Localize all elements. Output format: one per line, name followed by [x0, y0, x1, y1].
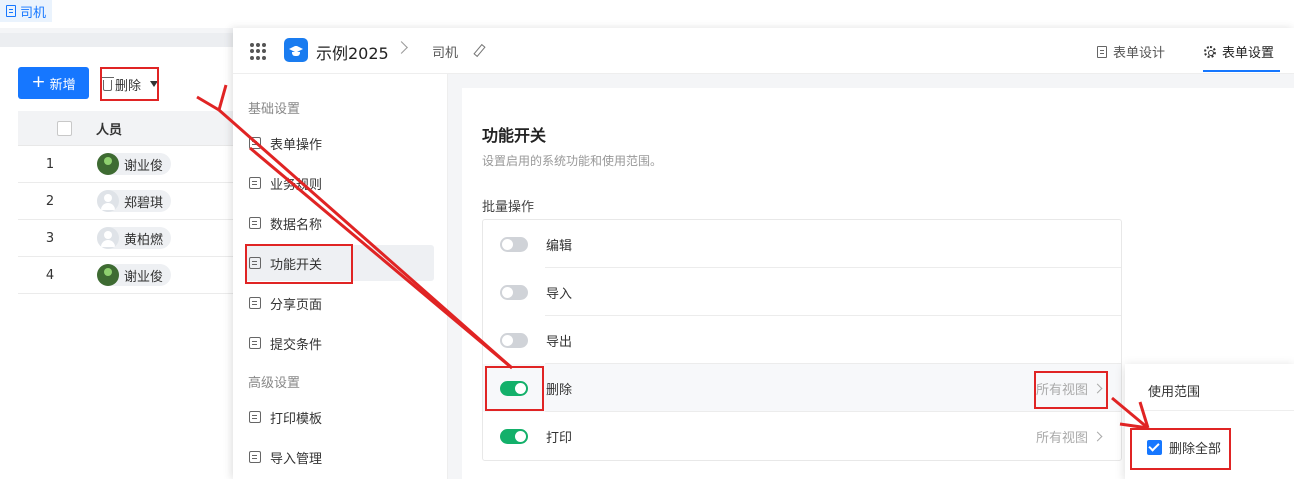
- arrow-from-toggle: [249, 146, 513, 370]
- annotation-arrows: [196, 84, 1150, 430]
- arrowhead: [196, 84, 228, 112]
